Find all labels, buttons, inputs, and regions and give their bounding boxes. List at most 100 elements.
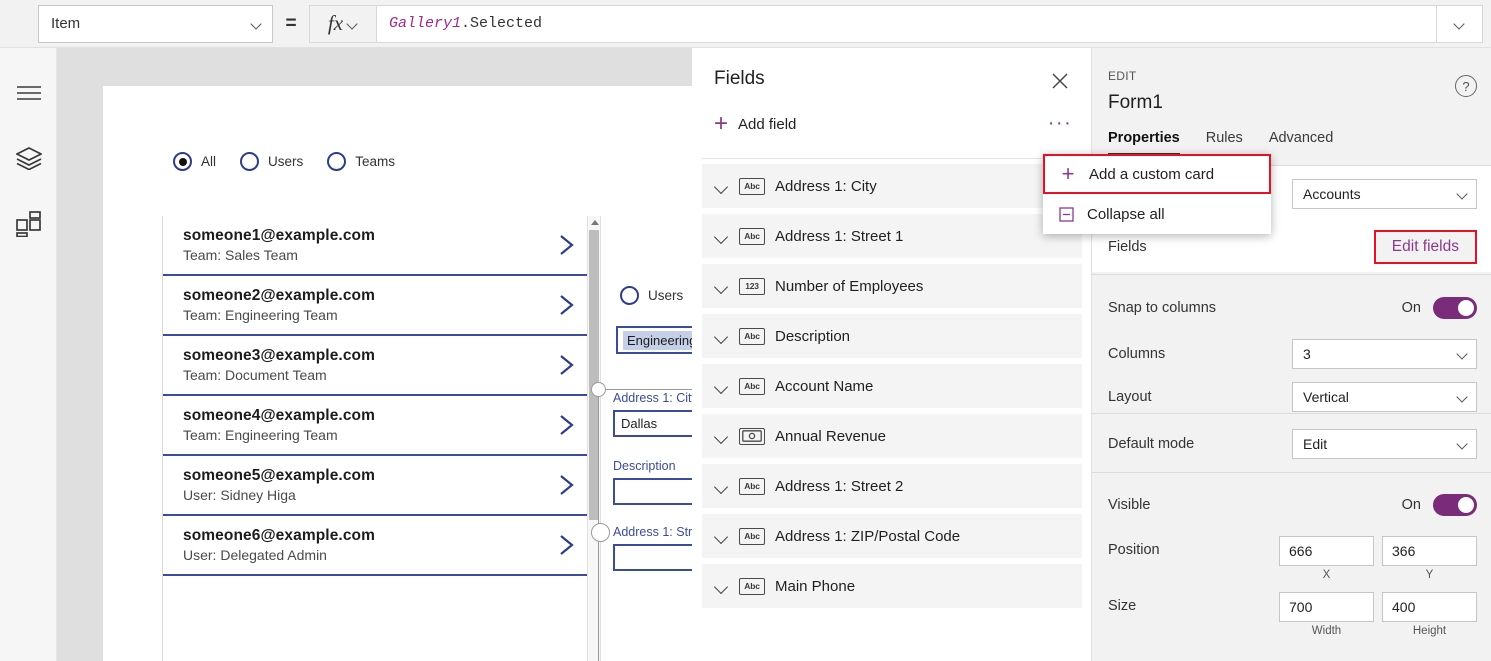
- radio-users-2[interactable]: [620, 286, 639, 305]
- chevron-down-icon[interactable]: [716, 480, 729, 493]
- chevron-right-icon[interactable]: [553, 412, 579, 438]
- chevron-down-icon: [252, 19, 262, 29]
- gallery[interactable]: someone1@example.com Team: Sales Team so…: [162, 216, 592, 661]
- field-list-item[interactable]: Abc Account Name: [702, 364, 1082, 408]
- data-source-select[interactable]: Accounts: [1292, 179, 1477, 209]
- field-list-item[interactable]: Abc Address 1: City: [702, 164, 1082, 208]
- edit-fields-button[interactable]: Edit fields: [1392, 238, 1459, 255]
- chevron-down-icon[interactable]: [716, 580, 729, 593]
- close-icon[interactable]: [1047, 68, 1073, 94]
- gallery-row[interactable]: someone3@example.com Team: Document Team: [163, 336, 591, 396]
- chevron-right-icon[interactable]: [553, 472, 579, 498]
- properties-panel: EDIT Form1 ? Properties Rules Advanced A…: [1092, 48, 1491, 661]
- position-x-input[interactable]: 666: [1279, 536, 1374, 566]
- form-field-input[interactable]: [613, 544, 692, 571]
- add-field-button[interactable]: + Add field: [706, 106, 804, 142]
- form-card[interactable]: Description: [613, 459, 692, 505]
- geometry-group: Visible On Position 666 366 X Y Size: [1092, 480, 1491, 642]
- gallery-row-title: someone2@example.com: [183, 287, 553, 305]
- field-list-item[interactable]: Abc Address 1: Street 1: [702, 214, 1082, 258]
- gallery-row[interactable]: someone4@example.com Team: Engineering T…: [163, 396, 591, 456]
- size-row: Size 700 400 Width Height: [1092, 586, 1491, 642]
- collapse-icon: [1057, 207, 1075, 222]
- chevron-down-icon[interactable]: [716, 380, 729, 393]
- teams-combobox-value: Engineering Team: [623, 331, 692, 350]
- insert-button[interactable]: [0, 194, 57, 254]
- plus-icon: +: [714, 112, 728, 136]
- form-field-input[interactable]: [613, 478, 692, 505]
- field-list-item[interactable]: 123 Number of Employees: [702, 264, 1082, 308]
- chevron-right-icon[interactable]: [553, 292, 579, 318]
- chevron-down-icon[interactable]: [716, 330, 729, 343]
- gallery-row[interactable]: someone1@example.com Team: Sales Team: [163, 216, 591, 276]
- chevron-down-icon[interactable]: [716, 230, 729, 243]
- size-width-sublabel: Width: [1279, 625, 1374, 637]
- chevron-down-icon[interactable]: [716, 280, 729, 293]
- formula-input[interactable]: Gallery1.Selected: [377, 5, 1437, 43]
- properties-edit-label: EDIT: [1108, 69, 1137, 83]
- chevron-down-icon[interactable]: [716, 530, 729, 543]
- default-mode-group: Default mode Edit: [1092, 420, 1491, 468]
- chevron-down-icon[interactable]: [716, 430, 729, 443]
- layout-select[interactable]: Vertical: [1292, 382, 1477, 412]
- tab-properties[interactable]: Properties: [1108, 130, 1180, 155]
- field-label: Annual Revenue: [775, 428, 886, 445]
- teams-combobox[interactable]: Engineering Team: [616, 326, 692, 354]
- fields-row-label: Fields: [1108, 239, 1374, 255]
- default-mode-value: Edit: [1303, 436, 1458, 452]
- fx-button[interactable]: fx: [309, 5, 377, 43]
- field-list-item[interactable]: Abc Main Phone: [702, 564, 1082, 608]
- more-options-icon[interactable]: ···: [1045, 108, 1075, 138]
- help-icon[interactable]: ?: [1455, 75, 1477, 97]
- form-card[interactable]: Address 1: City Dallas: [613, 391, 692, 437]
- snap-to-columns-toggle[interactable]: [1433, 297, 1477, 319]
- field-type-icon: 123: [739, 278, 765, 295]
- radio-users[interactable]: [240, 152, 259, 171]
- default-mode-row: Default mode Edit: [1092, 420, 1491, 468]
- menu-item-collapse-all[interactable]: Collapse all: [1043, 194, 1271, 234]
- chevron-right-icon[interactable]: [553, 532, 579, 558]
- field-list-item[interactable]: Abc Address 1: ZIP/Postal Code: [702, 514, 1082, 558]
- formula-expand-button[interactable]: [1437, 5, 1483, 43]
- columns-select[interactable]: 3: [1292, 339, 1477, 369]
- field-list-item[interactable]: Abc Address 1: Street 2: [702, 464, 1082, 508]
- chevron-right-icon[interactable]: [553, 232, 579, 258]
- form-card[interactable]: Address 1: Street 2: [613, 525, 692, 571]
- property-select[interactable]: Item: [38, 5, 273, 43]
- default-mode-select[interactable]: Edit: [1292, 429, 1477, 459]
- tab-rules[interactable]: Rules: [1206, 130, 1243, 155]
- hamburger-menu-button[interactable]: [0, 62, 57, 122]
- size-width-input[interactable]: 700: [1279, 592, 1374, 622]
- menu-item-label: Add a custom card: [1089, 166, 1214, 183]
- tree-view-button[interactable]: [0, 128, 57, 188]
- chevron-down-icon: [1458, 189, 1468, 199]
- position-y-input[interactable]: 366: [1382, 536, 1477, 566]
- radio-all[interactable]: [173, 152, 192, 171]
- position-row: Position 666 366 X Y: [1092, 530, 1491, 586]
- chevron-down-icon[interactable]: [716, 180, 729, 193]
- field-list-item[interactable]: Annual Revenue: [702, 414, 1082, 458]
- columns-label: Columns: [1108, 346, 1292, 362]
- gallery-row[interactable]: someone5@example.com User: Sidney Higa: [163, 456, 591, 516]
- divider: [1092, 472, 1491, 473]
- field-label: Main Phone: [775, 578, 855, 595]
- gallery-row[interactable]: someone2@example.com Team: Engineering T…: [163, 276, 591, 336]
- size-height-input[interactable]: 400: [1382, 592, 1477, 622]
- form-field-input[interactable]: Dallas: [613, 410, 692, 437]
- columns-value: 3: [1303, 346, 1458, 362]
- gallery-row-title: someone1@example.com: [183, 227, 553, 245]
- visible-toggle[interactable]: [1433, 494, 1477, 516]
- resize-handle[interactable]: [591, 382, 606, 397]
- scroll-up-icon[interactable]: [591, 220, 599, 225]
- radio-teams[interactable]: [327, 152, 346, 171]
- gallery-row[interactable]: someone6@example.com User: Delegated Adm…: [163, 516, 591, 576]
- chevron-right-icon[interactable]: [553, 352, 579, 378]
- tab-advanced[interactable]: Advanced: [1269, 130, 1334, 155]
- field-list-item[interactable]: Abc Description: [702, 314, 1082, 358]
- field-type-icon: Abc: [739, 578, 765, 595]
- resize-handle[interactable]: [591, 523, 610, 542]
- menu-item-add-custom-card[interactable]: + Add a custom card: [1043, 154, 1271, 194]
- gallery-row-subtitle: Team: Engineering Team: [183, 427, 553, 443]
- layers-icon: [16, 146, 42, 170]
- chevron-down-icon: [348, 19, 358, 29]
